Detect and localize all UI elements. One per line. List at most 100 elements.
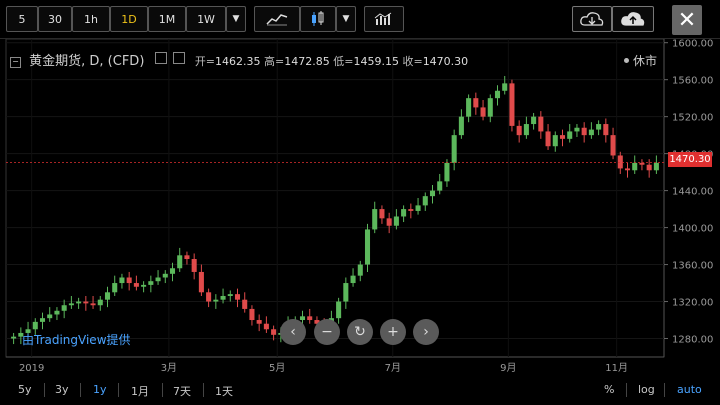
divider: [203, 383, 204, 397]
close-icon: ✕: [677, 7, 697, 33]
candle-body: [379, 209, 385, 219]
interval-1h-button[interactable]: 1h: [72, 6, 110, 32]
interval-dropdown-button[interactable]: ▼: [226, 6, 246, 32]
zoom-in-button[interactable]: +: [380, 319, 406, 345]
candle-body: [271, 329, 277, 335]
ohlc-values: 开=1462.35 高=1472.85 低=1459.15 收=1470.30: [194, 55, 469, 68]
candle-body: [545, 131, 551, 147]
candle-body: [552, 135, 558, 147]
x-tick-label: 11月: [605, 362, 628, 374]
candle-body: [227, 294, 233, 296]
candle-body: [336, 301, 342, 319]
candle-body: [126, 277, 132, 284]
interval-1d-button[interactable]: 1D: [110, 6, 148, 32]
interval-1w-button[interactable]: 1W: [186, 6, 226, 32]
divider: [626, 383, 627, 397]
status-dot-icon: [624, 58, 629, 63]
candle-body: [617, 155, 623, 169]
scroll-left-button[interactable]: ‹: [280, 319, 306, 345]
candle-body: [97, 299, 103, 306]
candle-body: [581, 127, 587, 136]
y-tick-label: 1560.00: [672, 76, 713, 87]
range-1d[interactable]: 1天: [215, 383, 233, 399]
range-bar: 5y 3y 1y 1月 7天 1天 % log auto: [0, 377, 720, 405]
symbol-title: 黄金期货, D, (CFD): [29, 54, 145, 69]
candle-body: [191, 259, 197, 272]
candle-body: [357, 264, 363, 276]
range-7d[interactable]: 7天: [173, 383, 191, 399]
scroll-right-button[interactable]: ›: [413, 319, 439, 345]
interval-30-button[interactable]: 30: [38, 6, 72, 32]
zoom-out-button[interactable]: −: [314, 319, 340, 345]
candle-body: [523, 124, 529, 136]
divider: [44, 383, 45, 397]
x-tick-label: 3月: [161, 362, 177, 374]
load-layout-button[interactable]: [572, 6, 612, 32]
candle-body: [198, 271, 204, 293]
save-layout-button[interactable]: [612, 6, 654, 32]
collapse-icon[interactable]: −: [10, 57, 21, 68]
candle-body: [162, 273, 168, 278]
candle-body: [11, 336, 17, 339]
interval-5-button[interactable]: 5: [6, 6, 38, 32]
candle-body: [220, 295, 226, 300]
candle-body: [177, 255, 183, 269]
candle-body: [104, 292, 111, 300]
candle-body: [624, 168, 631, 171]
candle-body: [184, 255, 190, 260]
minus-icon: −: [321, 324, 333, 340]
candle-body: [263, 323, 269, 330]
candle-body: [480, 107, 486, 117]
candle-body: [574, 127, 580, 132]
divider: [118, 383, 119, 397]
log-scale-toggle[interactable]: log: [638, 383, 655, 396]
candle-body: [408, 209, 414, 211]
settings-icon[interactable]: [154, 52, 167, 64]
candle-body: [119, 277, 125, 284]
candle-body: [169, 268, 176, 274]
interval-1m-button[interactable]: 1M: [148, 6, 186, 32]
chart-type-dropdown-button[interactable]: ▼: [336, 6, 356, 32]
candle-body: [653, 162, 659, 171]
candle-body: [141, 284, 147, 287]
reset-button[interactable]: ↻: [347, 319, 373, 345]
y-tick-label: 1440.00: [672, 187, 713, 198]
attribution-link[interactable]: 由TradingView提供: [22, 331, 131, 348]
eye-icon[interactable]: [172, 52, 185, 64]
market-status: 休市: [624, 52, 657, 69]
candle-body: [112, 283, 118, 293]
chart-type-candle-button[interactable]: [300, 6, 336, 32]
close-button[interactable]: ✕: [672, 5, 702, 35]
range-1m[interactable]: 1月: [131, 383, 149, 399]
candle-body: [234, 294, 241, 300]
candle-body: [386, 218, 392, 226]
candle-body: [343, 283, 349, 302]
candle-body: [603, 124, 609, 136]
toolbar: 5 30 1h 1D 1M 1W ▼ ▼ ✕: [0, 0, 720, 39]
range-3y[interactable]: 3y: [55, 383, 69, 396]
candle-body: [299, 316, 306, 321]
range-1y[interactable]: 1y: [93, 383, 107, 396]
percent-scale-toggle[interactable]: %: [604, 383, 614, 396]
plus-icon: +: [387, 324, 399, 340]
divider: [664, 383, 665, 397]
line-chart-icon: [266, 14, 288, 26]
candle-body: [494, 90, 501, 99]
candle-body: [610, 135, 616, 156]
range-5y[interactable]: 5y: [18, 383, 32, 396]
candle-body: [242, 299, 248, 309]
auto-scale-toggle[interactable]: auto: [677, 383, 702, 396]
y-tick-label: 1280.00: [672, 335, 713, 346]
indicators-button[interactable]: [364, 6, 404, 32]
candle-body: [646, 164, 652, 171]
candle-body: [487, 98, 493, 117]
candle-body: [531, 116, 537, 125]
chart-type-line-button[interactable]: [254, 6, 300, 32]
candle-body: [639, 162, 645, 165]
chevron-down-icon: ▼: [342, 14, 350, 24]
candle-body: [76, 301, 82, 304]
last-price-tag: 1470.30: [668, 152, 712, 167]
candle-body: [466, 98, 472, 117]
candle-body: [32, 321, 38, 330]
candle-body: [401, 209, 407, 217]
